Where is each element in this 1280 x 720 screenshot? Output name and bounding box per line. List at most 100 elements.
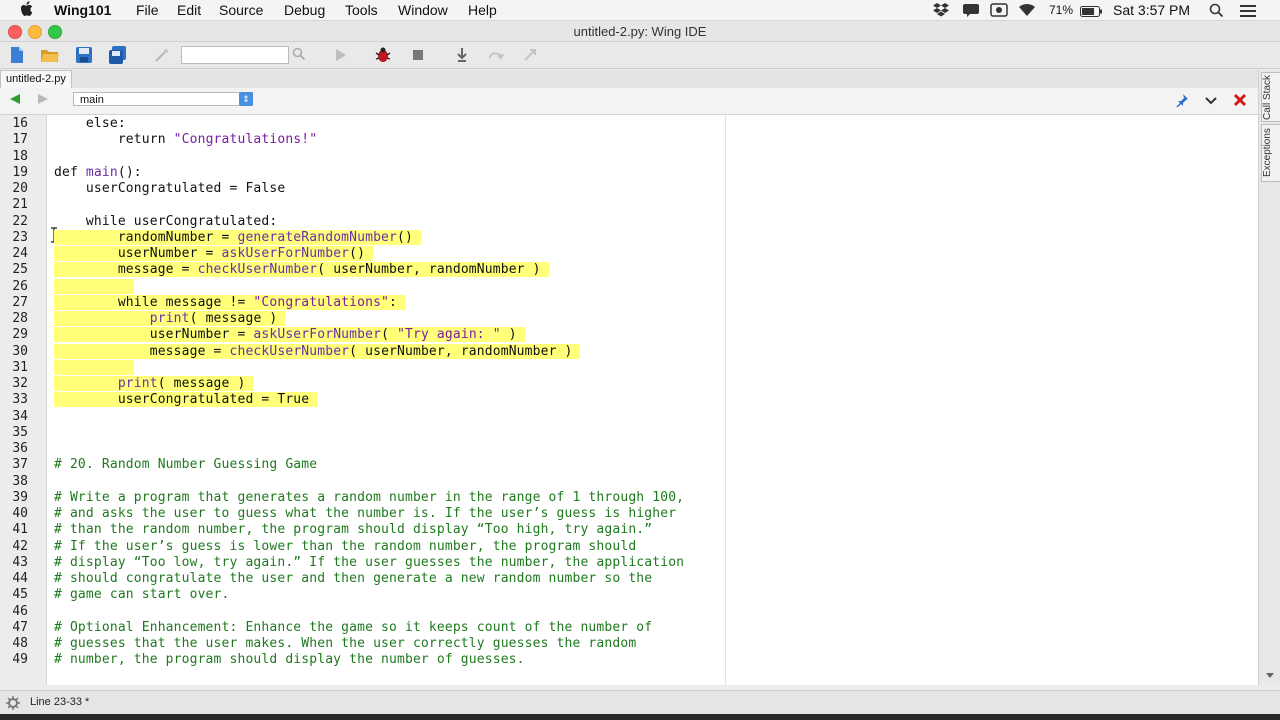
menu-help[interactable]: Help: [468, 2, 497, 18]
battery-icon[interactable]: [1080, 4, 1102, 20]
line-number: 40: [12, 506, 28, 521]
line-number: 30: [12, 343, 28, 359]
line-number: 46: [12, 603, 28, 619]
code-line[interactable]: userNumber = askUserForNumber(): [54, 246, 374, 262]
menu-window[interactable]: Window: [398, 2, 448, 18]
status-text: Line 23-33 *: [30, 696, 90, 708]
code-editor[interactable]: 16 else: 17 return "Congratulations!" 18 19…: [0, 115, 1258, 685]
dropbox-icon[interactable]: [933, 2, 949, 20]
code-line[interactable]: return "Congratulations!": [54, 132, 317, 148]
line-number: 17: [12, 132, 28, 148]
save-all-icon[interactable]: [108, 46, 126, 64]
line-number: 27: [12, 294, 28, 310]
code-line[interactable]: while userCongratulated:: [54, 214, 277, 230]
line-number: 28: [12, 311, 28, 326]
apple-icon[interactable]: [20, 1, 34, 17]
tab-untitled-2[interactable]: untitled-2.py: [0, 70, 72, 88]
wifi-icon[interactable]: [1018, 3, 1036, 20]
step-over-icon[interactable]: [487, 46, 505, 64]
toolbar-search-options-icon[interactable]: [153, 46, 171, 64]
code-line[interactable]: # guesses that the user makes. When the …: [54, 636, 636, 652]
stop-icon[interactable]: [409, 46, 427, 64]
code-line[interactable]: # and asks the user to guess what the nu…: [54, 506, 676, 522]
window-bottom-edge: [0, 714, 1280, 720]
code-line[interactable]: while message != "Congratulations":: [54, 294, 405, 311]
line-number: 20: [12, 181, 28, 196]
toolbar-search-input[interactable]: [181, 46, 289, 64]
line-number: 48: [12, 636, 28, 651]
side-tool-strip: Call Stack Exceptions: [1258, 70, 1280, 685]
line-number: 42: [12, 538, 28, 554]
new-file-icon[interactable]: [8, 46, 26, 64]
pin-icon[interactable]: [1175, 93, 1189, 110]
step-into-icon[interactable]: [453, 46, 471, 64]
code-line[interactable]: message = checkUserNumber( userNumber, r…: [54, 343, 581, 360]
scope-selector-value: main: [80, 94, 104, 106]
line-number: 21: [12, 197, 28, 213]
status-bar: Line 23-33 *: [0, 690, 1280, 715]
chat-icon[interactable]: [962, 3, 980, 20]
code-line[interactable]: print( message ): [54, 311, 286, 327]
editor-nav-bar: main ⇕: [0, 88, 1258, 115]
close-editor-icon[interactable]: [1233, 93, 1247, 110]
code-line[interactable]: # Write a program that generates a rando…: [54, 490, 684, 506]
window-title-bar: untitled-2.py: Wing IDE: [0, 21, 1280, 42]
notification-center-icon[interactable]: [1240, 4, 1256, 20]
screen-record-icon[interactable]: [990, 3, 1008, 20]
save-icon[interactable]: [75, 46, 93, 64]
options-chevron-icon[interactable]: [1205, 94, 1217, 109]
forward-arrow-icon[interactable]: [36, 93, 50, 108]
run-icon[interactable]: [331, 46, 349, 64]
spotlight-icon[interactable]: [1209, 3, 1224, 21]
code-line[interactable]: message = checkUserNumber( userNumber, r…: [54, 262, 549, 278]
code-line[interactable]: # display “Too low, try again.” If the u…: [54, 555, 684, 571]
code-line[interactable]: [54, 359, 134, 376]
code-line[interactable]: # than the random number, the program sh…: [54, 522, 652, 538]
line-number: 45: [12, 587, 28, 603]
code-line[interactable]: userCongratulated = True: [54, 392, 318, 408]
code-line[interactable]: # number, the program should display the…: [54, 652, 525, 668]
debug-bug-icon[interactable]: [374, 46, 392, 64]
gear-icon[interactable]: [6, 696, 20, 713]
code-line[interactable]: # Optional Enhancement: Enhance the game…: [54, 620, 652, 636]
search-icon[interactable]: [291, 46, 309, 64]
menu-edit[interactable]: Edit: [177, 2, 201, 18]
step-out-icon[interactable]: [521, 46, 539, 64]
line-number: 49: [12, 652, 28, 668]
open-folder-icon[interactable]: [40, 46, 59, 64]
app-menu[interactable]: Wing101: [54, 2, 111, 18]
code-line[interactable]: # game can start over.: [54, 587, 230, 603]
code-line[interactable]: randomNumber = generateRandomNumber(): [54, 229, 421, 246]
tab-exceptions[interactable]: Exceptions: [1261, 124, 1280, 182]
line-number: 35: [12, 424, 28, 440]
code-line[interactable]: def main():: [54, 165, 142, 181]
line-number: 22: [12, 213, 28, 229]
horizontal-scroll-thumb[interactable]: [622, 681, 632, 685]
menu-source[interactable]: Source: [219, 2, 263, 18]
menu-tools[interactable]: Tools: [345, 2, 378, 18]
line-number: 37: [12, 457, 28, 473]
code-line[interactable]: # 20. Random Number Guessing Game: [54, 457, 317, 473]
scope-selector[interactable]: main ⇕: [73, 92, 253, 106]
back-arrow-icon[interactable]: [8, 93, 22, 108]
line-number: 31: [12, 359, 28, 375]
code-line[interactable]: print( message ): [54, 376, 254, 392]
menu-debug[interactable]: Debug: [284, 2, 325, 18]
code-line[interactable]: [54, 278, 134, 295]
line-number: 41: [12, 522, 28, 538]
code-line[interactable]: # If the user’s guess is lower than the …: [54, 539, 636, 555]
line-number: 34: [12, 408, 28, 424]
line-number: 18: [12, 148, 28, 164]
toolbar: [0, 42, 1280, 69]
scroll-down-arrow-icon[interactable]: [1265, 668, 1275, 683]
battery-percent: 71%: [1049, 3, 1074, 17]
clock[interactable]: Sat 3:57 PM: [1113, 2, 1190, 18]
line-number: 36: [12, 441, 28, 456]
menu-file[interactable]: File: [136, 2, 159, 18]
tab-call-stack[interactable]: Call Stack: [1261, 72, 1280, 122]
code-line[interactable]: userCongratulated = False: [54, 181, 285, 197]
code-line[interactable]: else:: [54, 116, 126, 132]
code-line[interactable]: userNumber = askUserForNumber( "Try agai…: [54, 327, 525, 343]
edge-guide-line: [725, 115, 726, 685]
code-line[interactable]: # should congratulate the user and then …: [54, 571, 652, 587]
